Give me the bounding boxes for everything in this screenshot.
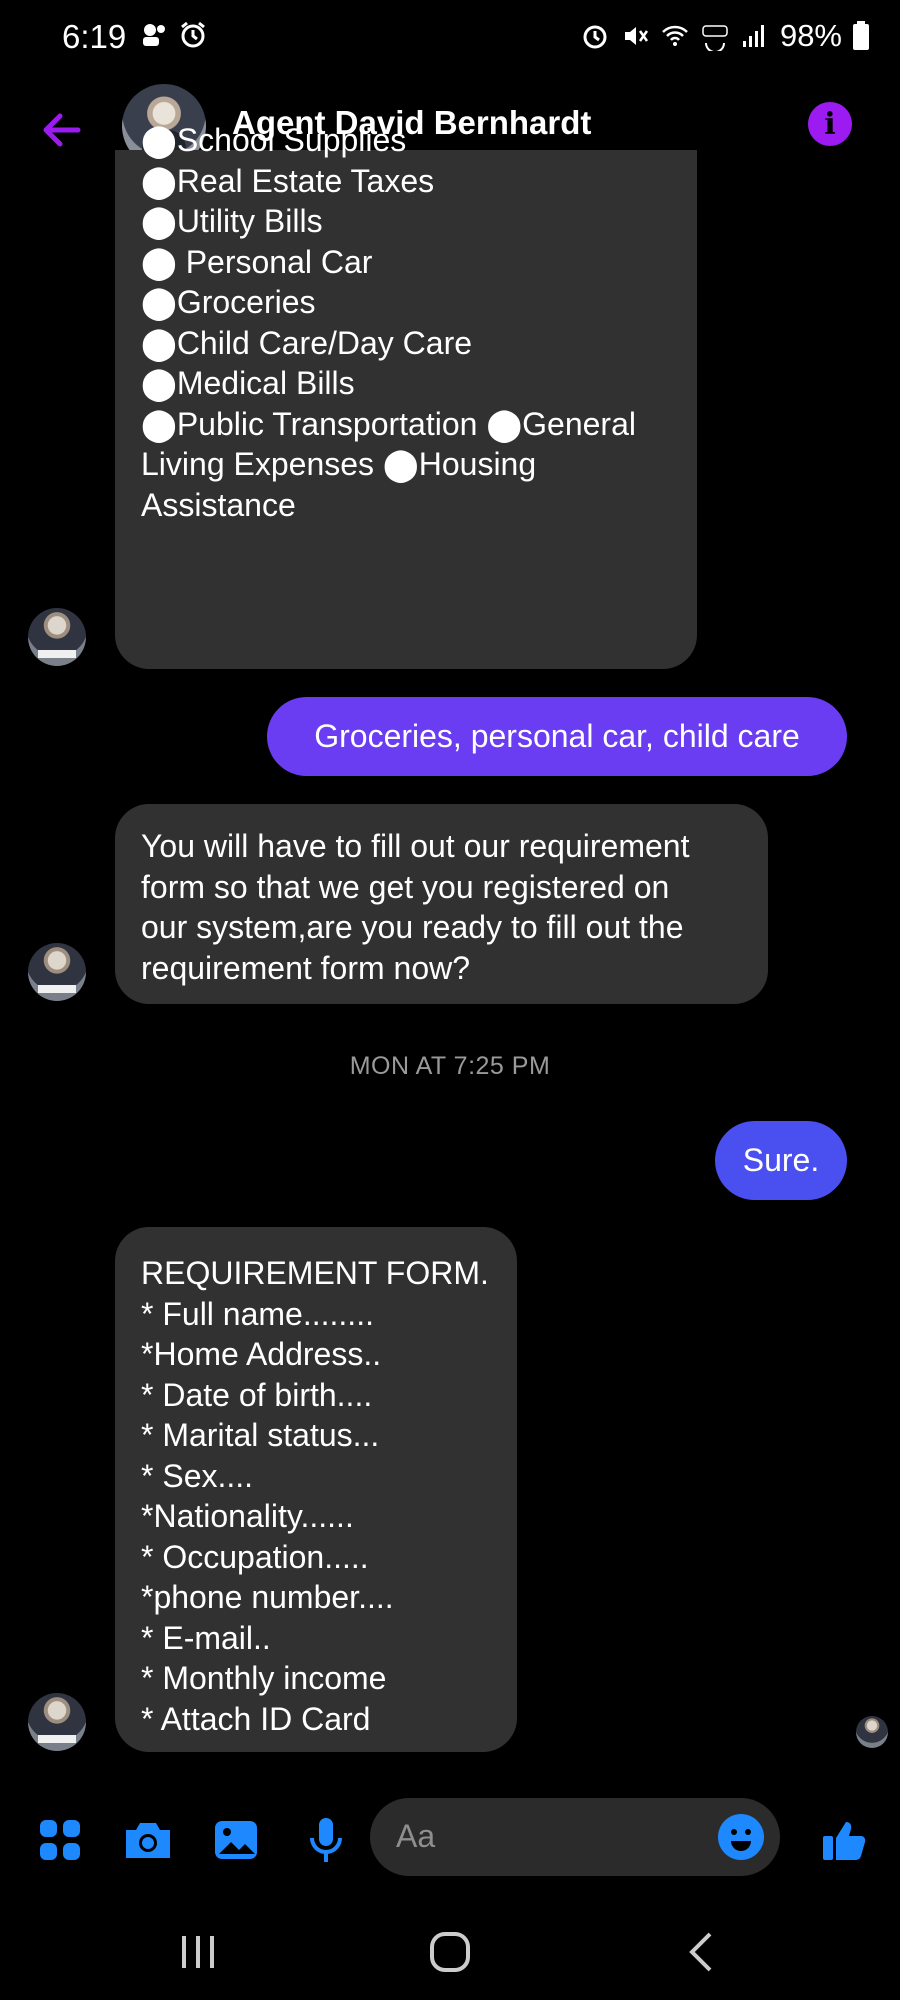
thumbs-up-icon[interactable] <box>816 1812 872 1868</box>
battery-percent: 98% <box>779 18 842 53</box>
message-line: ⬤School Supplies <box>141 122 407 158</box>
incoming-message-form[interactable]: REQUIREMENT FORM. * Full name........ *H… <box>115 1227 517 1752</box>
message-line: ⬤Groceries <box>141 284 316 320</box>
microphone-icon[interactable] <box>298 1812 354 1868</box>
back-nav-icon[interactable] <box>686 1930 716 1974</box>
message-line: * Date of birth.... <box>141 1376 373 1413</box>
system-navigation-bar <box>0 1900 900 2000</box>
message-line: * Marital status... <box>141 1417 380 1453</box>
message-line: You will have to fill out our requiremen… <box>141 828 690 864</box>
notification-icon <box>143 24 165 46</box>
incoming-message[interactable]: You will have to fill out our requiremen… <box>115 804 768 1004</box>
message-line: * Occupation..... <box>141 1538 369 1575</box>
message-line: requirement form now? <box>141 949 471 986</box>
battery-icon <box>853 21 869 50</box>
message-line: ⬤Real Estate Taxes <box>141 162 435 199</box>
alarm-icon <box>583 25 607 49</box>
message-line: ⬤Public Transportation ⬤General <box>141 405 636 442</box>
message-input-placeholder: Aa <box>396 1818 436 1854</box>
mute-icon <box>624 27 648 45</box>
back-arrow-icon[interactable] <box>38 106 86 154</box>
sender-avatar[interactable] <box>28 608 86 666</box>
status-time: 6:19 <box>62 18 127 55</box>
message-composer: Aa <box>0 1790 900 1890</box>
status-bar: 6:19 98% <box>0 0 900 76</box>
emoji-icon[interactable] <box>718 1814 764 1860</box>
sender-avatar[interactable] <box>28 943 86 1001</box>
outgoing-message[interactable]: Sure. <box>715 1121 847 1200</box>
status-left-icons <box>138 20 208 50</box>
info-icon[interactable]: i <box>808 102 852 146</box>
message-line: *phone number.... <box>141 1579 394 1615</box>
message-line: * Full name........ <box>141 1295 374 1332</box>
message-line: * Sex.... <box>141 1457 254 1494</box>
message-line: ⬤Medical Bills <box>141 365 355 401</box>
apps-icon[interactable] <box>32 1812 88 1868</box>
wifi-icon <box>662 25 688 46</box>
incoming-message-list[interactable]: ⬤School Supplies ⬤Real Estate Taxes ⬤Uti… <box>115 122 697 669</box>
sender-avatar[interactable] <box>28 1693 86 1751</box>
message-line: form so that we get you registered on <box>141 868 670 905</box>
message-line: Living Expenses ⬤Housing <box>141 446 537 482</box>
volte-icon <box>702 25 728 51</box>
message-line: Assistance <box>141 486 296 523</box>
message-line: *Nationality...... <box>141 1498 354 1534</box>
status-right-icons: 98% <box>580 18 870 54</box>
message-input[interactable]: Aa <box>370 1798 780 1876</box>
message-line: *Home Address.. <box>141 1336 382 1372</box>
message-line: our system,are you ready to fill out the <box>141 909 684 945</box>
alarm-icon <box>181 21 205 48</box>
message-line: * E-mail.. <box>141 1619 271 1656</box>
camera-icon[interactable] <box>120 1812 176 1868</box>
read-receipt-avatar <box>856 1716 888 1748</box>
gallery-icon[interactable] <box>208 1812 264 1868</box>
outgoing-message[interactable]: Groceries, personal car, child care <box>267 697 847 776</box>
home-icon[interactable] <box>428 1930 472 1974</box>
message-line: ⬤ Personal Car <box>141 243 373 280</box>
message-line: ⬤Utility Bills <box>141 203 323 239</box>
message-line: REQUIREMENT FORM. <box>141 1255 489 1291</box>
signal-icon <box>742 25 764 47</box>
message-line: * Monthly income <box>141 1660 387 1696</box>
message-line: ⬤Child Care/Day Care <box>141 324 473 361</box>
message-line: * Attach ID Card <box>141 1700 371 1737</box>
recent-apps-icon[interactable] <box>178 1932 218 1972</box>
message-timestamp: MON AT 7:25 PM <box>349 1052 551 1080</box>
